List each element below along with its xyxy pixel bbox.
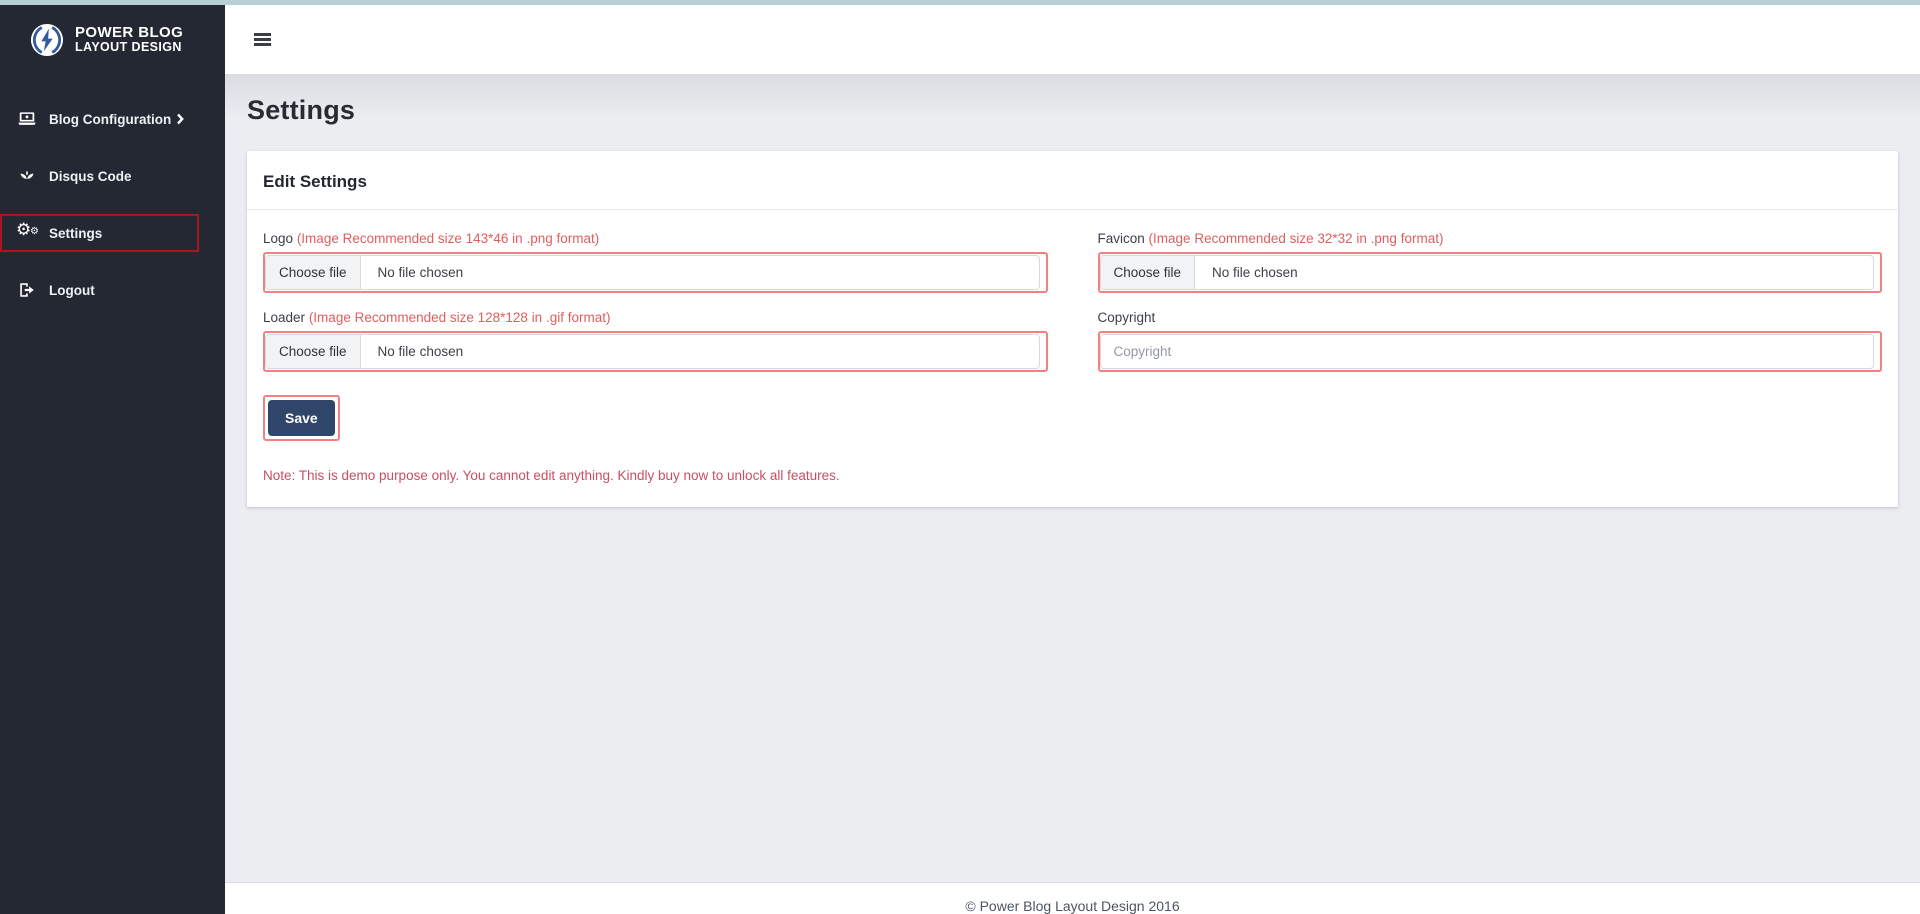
copyright-field-label: Copyright xyxy=(1098,310,1883,325)
sidebar-item-blog-configuration[interactable]: Blog Configuration xyxy=(0,100,199,138)
field-label-text: Favicon xyxy=(1098,231,1145,246)
settings-form: Logo (Image Recommended size 143*46 in .… xyxy=(263,231,1882,372)
file-status-text: No file chosen xyxy=(1195,256,1315,289)
choose-file-button[interactable]: Choose file xyxy=(266,335,361,368)
logout-icon xyxy=(15,281,39,299)
laptop-icon xyxy=(15,109,39,129)
chevron-right-icon xyxy=(175,113,185,125)
sidebar-item-disqus-code[interactable]: Disqus Code xyxy=(0,157,199,195)
copyright-input-wrap xyxy=(1098,331,1883,372)
favicon-field-label: Favicon (Image Recommended size 32*32 in… xyxy=(1098,231,1883,246)
favicon-file-input[interactable]: Choose file No file chosen xyxy=(1098,252,1883,293)
logo-file-input[interactable]: Choose file No file chosen xyxy=(263,252,1048,293)
edit-settings-card: Edit Settings Logo (Image Recommended si… xyxy=(247,151,1898,507)
content-area: Settings Edit Settings Logo (Image Recom… xyxy=(225,74,1920,882)
card-header: Edit Settings xyxy=(247,151,1898,210)
choose-file-button[interactable]: Choose file xyxy=(266,256,361,289)
card-body: Logo (Image Recommended size 143*46 in .… xyxy=(247,210,1898,507)
file-input-inner[interactable]: Choose file No file chosen xyxy=(265,255,1040,290)
sidebar-item-logout[interactable]: Logout xyxy=(0,271,199,309)
sidebar-item-label: Blog Configuration xyxy=(49,112,171,127)
sidebar-item-settings[interactable]: ⚙⚙ Settings xyxy=(0,214,199,252)
field-label-text: Copyright xyxy=(1098,310,1156,325)
choose-file-button[interactable]: Choose file xyxy=(1101,256,1196,289)
page-title: Settings xyxy=(247,74,1898,126)
app-window: POWER BLOG LAYOUT DESIGN Blog Configurat… xyxy=(0,5,1920,914)
brand-name: POWER BLOG LAYOUT DESIGN xyxy=(75,25,183,54)
file-input-inner[interactable]: Choose file No file chosen xyxy=(265,334,1040,369)
topbar xyxy=(225,5,1920,74)
field-label-text: Loader xyxy=(263,310,305,325)
brand-line1: POWER BLOG xyxy=(75,25,183,41)
loader-field: Loader (Image Recommended size 128*128 i… xyxy=(263,310,1048,372)
field-hint-text: (Image Recommended size 128*128 in .gif … xyxy=(309,310,611,325)
save-button-highlight: Save xyxy=(263,395,340,441)
disqus-leaf-icon xyxy=(15,166,39,186)
gears-icon: ⚙⚙ xyxy=(15,223,39,243)
field-hint-text: (Image Recommended size 143*46 in .png f… xyxy=(297,231,599,246)
demo-note: Note: This is demo purpose only. You can… xyxy=(263,468,1882,483)
brand-line2: LAYOUT DESIGN xyxy=(75,41,183,54)
file-status-text: No file chosen xyxy=(361,335,481,368)
sidebar-nav: Blog Configuration Disqus Code ⚙⚙ xyxy=(0,74,225,309)
file-status-text: No file chosen xyxy=(361,256,481,289)
file-input-inner[interactable]: Choose file No file chosen xyxy=(1100,255,1875,290)
save-button[interactable]: Save xyxy=(268,400,335,436)
sidebar-item-label: Disqus Code xyxy=(49,169,132,184)
brand-logo[interactable]: POWER BLOG LAYOUT DESIGN xyxy=(0,5,225,74)
field-label-text: Logo xyxy=(263,231,293,246)
lightning-bolt-circle-logo-icon xyxy=(30,23,64,57)
hamburger-menu-icon[interactable] xyxy=(254,31,271,49)
copyright-input[interactable] xyxy=(1100,334,1875,369)
sidebar-item-label: Logout xyxy=(49,283,95,298)
sidebar: POWER BLOG LAYOUT DESIGN Blog Configurat… xyxy=(0,5,225,914)
footer-copyright-text: © Power Blog Layout Design 2016 xyxy=(965,898,1179,914)
footer: © Power Blog Layout Design 2016 xyxy=(225,882,1920,914)
logo-field: Logo (Image Recommended size 143*46 in .… xyxy=(263,231,1048,293)
logo-field-label: Logo (Image Recommended size 143*46 in .… xyxy=(263,231,1048,246)
loader-file-input[interactable]: Choose file No file chosen xyxy=(263,331,1048,372)
main-column: Settings Edit Settings Logo (Image Recom… xyxy=(225,5,1920,914)
copyright-field: Copyright xyxy=(1098,310,1883,372)
favicon-field: Favicon (Image Recommended size 32*32 in… xyxy=(1098,231,1883,293)
sidebar-item-label: Settings xyxy=(49,226,102,241)
loader-field-label: Loader (Image Recommended size 128*128 i… xyxy=(263,310,1048,325)
field-hint-text: (Image Recommended size 32*32 in .png fo… xyxy=(1149,231,1444,246)
